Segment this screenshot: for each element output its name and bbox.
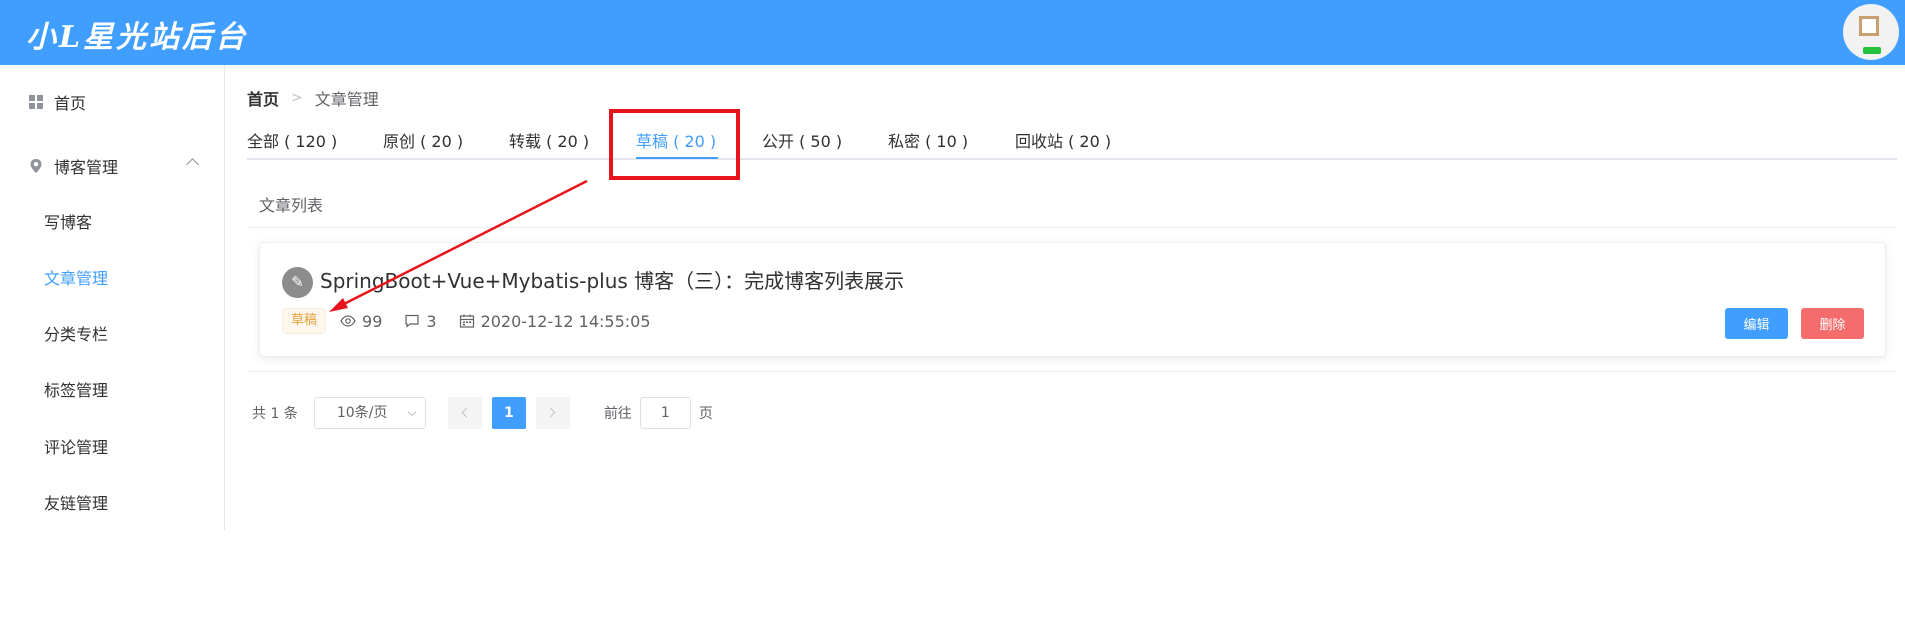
article-title[interactable]: SpringBoot+Vue+Mybatis-plus 博客（三）：完成博客列表…	[320, 265, 904, 294]
sidebar-item-tags[interactable]: 标签管理	[44, 377, 108, 401]
views-count: 99	[340, 312, 382, 331]
comments-value: 3	[426, 311, 437, 331]
date-value: 2020-12-12 14:55:05	[480, 311, 651, 331]
pagination-total: 共 1 条	[252, 406, 298, 422]
article-tabs: 全部 ( 120 ) 原创 ( 20 ) 转载 ( 20 ) 草稿 ( 20 )…	[247, 120, 1897, 160]
comment-icon	[405, 314, 419, 328]
tab-reprint[interactable]: 转载 ( 20 )	[509, 128, 589, 152]
next-page-button[interactable]	[535, 397, 570, 429]
chevron-right-icon	[545, 407, 556, 418]
tab-private[interactable]: 私密 ( 10 )	[888, 128, 968, 152]
annotation-highlight-box	[609, 109, 740, 180]
tab-original[interactable]: 原创 ( 20 )	[383, 128, 463, 152]
article-card[interactable]: ✎ SpringBoot+Vue+Mybatis-plus 博客（三）：完成博客…	[259, 242, 1886, 357]
views-value: 99	[362, 311, 383, 331]
avatar-green-graphic	[1863, 47, 1881, 54]
page-suffix-label: 页	[698, 406, 713, 422]
goto-label: 前往	[603, 406, 632, 422]
chevron-left-icon	[461, 407, 472, 418]
chevron-down-icon	[407, 407, 417, 417]
sidebar-group-blog[interactable]: 博客管理	[0, 138, 224, 194]
status-badge: 草稿	[282, 308, 327, 334]
eye-icon	[340, 315, 356, 327]
comments-count: 3	[404, 311, 437, 331]
tab-recycle-bin[interactable]: 回收站 ( 20 )	[1015, 128, 1111, 152]
prev-page-button[interactable]	[447, 397, 482, 429]
page-size-value: 10条/页	[336, 405, 388, 421]
edit-button[interactable]: 编辑	[1725, 308, 1788, 339]
site-logo[interactable]: 小L星光站后台	[26, 12, 248, 56]
pen-icon: ✎	[282, 267, 313, 298]
sidebar-item-friend-links[interactable]: 友链管理	[44, 490, 108, 514]
page-number-current[interactable]: 1	[491, 397, 526, 429]
grid-icon	[29, 95, 43, 109]
divider	[247, 371, 1897, 372]
sidebar-item-home[interactable]: 首页	[0, 74, 224, 130]
breadcrumb-current: 文章管理	[314, 90, 379, 109]
sidebar-item-write-blog[interactable]: 写博客	[44, 209, 92, 233]
top-header: 小L星光站后台	[0, 0, 1905, 65]
sidebar-item-label: 首页	[54, 94, 87, 113]
calendar-icon	[459, 314, 474, 328]
chevron-right-icon: >	[291, 90, 303, 106]
breadcrumb: 首页 > 文章管理	[247, 86, 379, 110]
tab-all[interactable]: 全部 ( 120 )	[247, 128, 337, 152]
sidebar-item-comments[interactable]: 评论管理	[44, 434, 108, 458]
location-pin-icon	[30, 159, 42, 173]
section-title: 文章列表	[259, 196, 324, 215]
avatar-frame-graphic	[1859, 16, 1879, 36]
goto-page-input[interactable]: 1	[639, 397, 691, 429]
chevron-up-icon	[186, 158, 199, 171]
sidebar: 首页 博客管理 写博客 文章管理 分类专栏 标签管理 评论管理 友链管理	[0, 65, 225, 530]
sidebar-item-category[interactable]: 分类专栏	[44, 321, 108, 345]
delete-button[interactable]: 删除	[1801, 308, 1864, 339]
publish-date: 2020-12-12 14:55:05	[459, 312, 651, 331]
breadcrumb-home[interactable]: 首页	[247, 86, 279, 110]
sidebar-group-label: 博客管理	[54, 158, 119, 177]
pagination: 共 1 条 10条/页 1 前往 1 页	[252, 397, 713, 429]
divider	[247, 227, 1897, 228]
page-size-select[interactable]: 10条/页	[313, 397, 426, 429]
sidebar-item-article-manage[interactable]: 文章管理	[44, 265, 108, 289]
tab-public[interactable]: 公开 ( 50 )	[762, 128, 842, 152]
user-avatar[interactable]	[1843, 4, 1899, 60]
article-meta: 草稿 99 3 2020-12-12 14:55:05	[282, 308, 651, 334]
